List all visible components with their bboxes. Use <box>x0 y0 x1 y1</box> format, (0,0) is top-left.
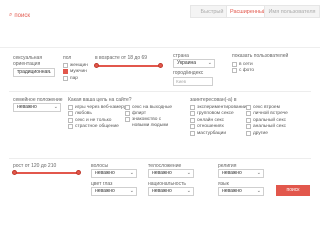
gender-option-men[interactable]: мужчин <box>63 69 88 76</box>
goal-option[interactable]: игры через веб-камеру <box>68 104 126 111</box>
chevron-down-icon: ⌄ <box>207 60 212 66</box>
gender-option-women[interactable]: женщин <box>63 62 88 69</box>
interested-col-1: экспериментировании групповом сексе онла… <box>190 104 247 137</box>
goal-label: Какая ваша цель на сайте? <box>68 97 132 103</box>
chevron-down-icon: ⌄ <box>129 170 134 176</box>
goal-option[interactable]: секс на выходные <box>125 104 178 111</box>
section-divider <box>9 91 311 92</box>
chevron-down-icon: ⌄ <box>53 104 58 110</box>
interest-option[interactable]: мастурбации <box>190 130 247 137</box>
interest-option[interactable]: анальный секс <box>246 124 288 131</box>
interest-option[interactable]: личной встрече <box>246 111 288 118</box>
interested-label: заинтересован(-а) в <box>190 97 237 103</box>
nationality-select[interactable]: неважно ⌄ <box>148 187 194 196</box>
interest-option[interactable]: экспериментировании <box>190 104 247 111</box>
interest-option[interactable]: оральный секс <box>246 117 288 124</box>
chevron-down-icon: ⌄ <box>256 188 261 194</box>
eye-color-select[interactable]: неважно ⌄ <box>91 187 137 196</box>
age-slider-track <box>96 65 161 67</box>
search-button[interactable]: поиск <box>276 185 310 196</box>
body-select[interactable]: неважно ⌄ <box>148 169 194 178</box>
religion-select[interactable]: неважно ⌄ <box>218 169 264 178</box>
chevron-down-icon: ⌄ <box>186 170 191 176</box>
section-divider <box>9 158 311 159</box>
age-label: в возрасте от 18 до 69 <box>95 55 148 61</box>
interest-option[interactable]: другие <box>246 130 288 137</box>
orientation-label: сексуальная ориентация <box>13 55 43 67</box>
age-slider-min-handle[interactable] <box>94 63 99 68</box>
language-select[interactable]: неважно ⌄ <box>218 187 264 196</box>
hair-select[interactable]: неважно ⌄ <box>91 169 137 178</box>
height-label: рост от 120 до 210 <box>13 163 57 169</box>
show-users-label: показать пользователей <box>232 53 289 59</box>
tab-username[interactable]: Имя пользователя <box>264 5 320 18</box>
country-select[interactable]: Украина ⌄ <box>173 59 215 68</box>
age-slider-max-handle[interactable] <box>158 63 163 68</box>
chevron-down-icon: ⌄ <box>186 188 191 194</box>
show-users-options: в сети с фото <box>232 61 254 74</box>
header-divider <box>0 47 320 48</box>
height-slider-track <box>14 172 79 174</box>
goal-option[interactable]: страстное общение <box>68 124 126 131</box>
gender-option-couples[interactable]: пар <box>63 75 88 82</box>
goal-col-1: игры через веб-камеру любовь секс и не т… <box>68 104 126 130</box>
city-label: город/индекс <box>173 70 204 76</box>
search-title: ⌕ поиск <box>9 12 30 19</box>
height-slider-min-handle[interactable] <box>12 170 17 175</box>
orientation-select[interactable]: традиционная ⌄ <box>13 68 55 77</box>
search-icon: ⌕ <box>9 12 13 18</box>
show-online-checkbox[interactable]: в сети <box>232 61 254 68</box>
chevron-down-icon: ⌄ <box>47 69 52 75</box>
marital-select[interactable]: неважно ⌄ <box>13 103 61 112</box>
city-input[interactable]: Киев <box>173 77 213 86</box>
height-slider-max-handle[interactable] <box>76 170 81 175</box>
goal-col-2: секс на выходные флирт знакомство с новы… <box>125 104 178 128</box>
goal-option[interactable]: знакомство с новыми людьми <box>125 117 178 128</box>
show-with-photo-checkbox[interactable]: с фото <box>232 68 254 75</box>
gender-label: пол <box>63 55 72 61</box>
chevron-down-icon: ⌄ <box>256 170 261 176</box>
chevron-down-icon: ⌄ <box>129 188 134 194</box>
gender-options: женщин мужчин пар <box>63 62 88 82</box>
interested-col-2: секс втроем личной встрече оральный секс… <box>246 104 288 137</box>
